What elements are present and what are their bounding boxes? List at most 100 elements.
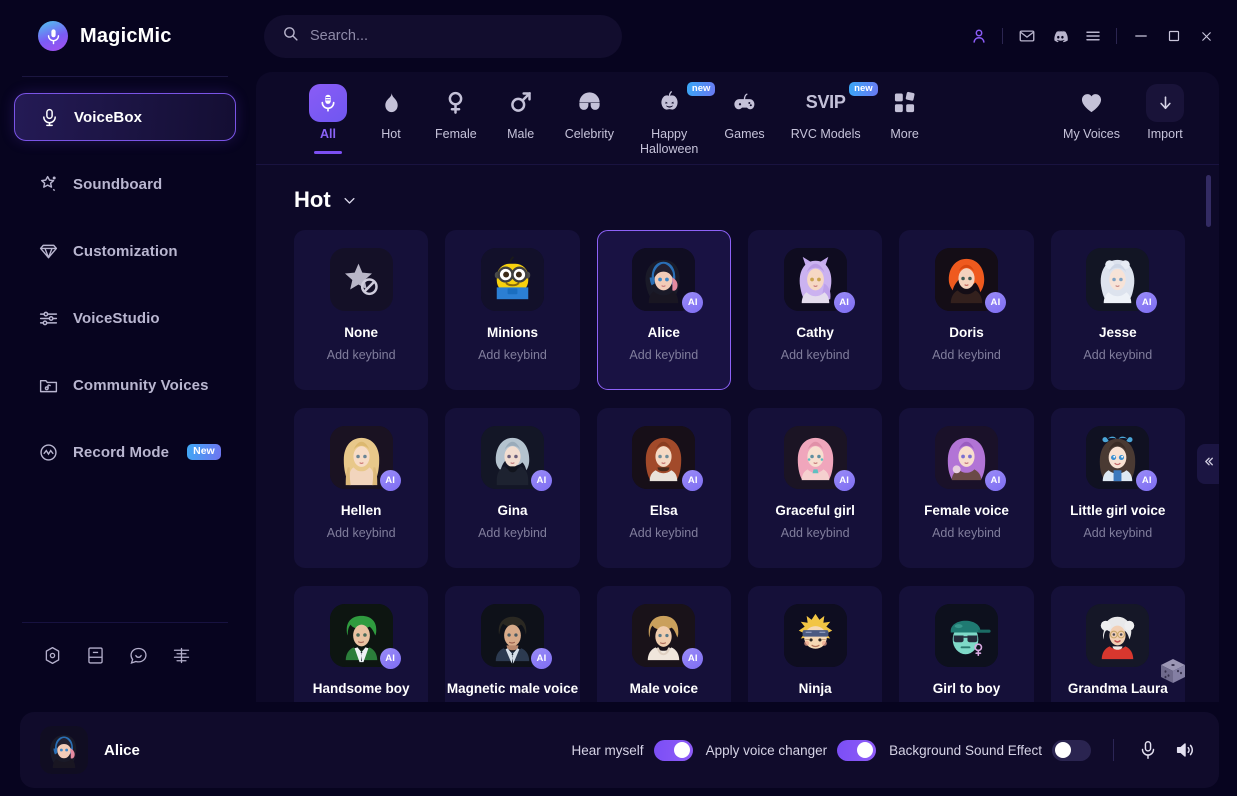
voice-card[interactable]: AI Male voice Add keybind (596, 586, 731, 702)
tab-happy-halloween[interactable]: new Happy Halloween (627, 82, 716, 158)
dice-icon[interactable] (1157, 656, 1189, 688)
hear-myself-toggle[interactable] (653, 739, 693, 761)
account-icon[interactable] (962, 20, 995, 53)
tab-hot[interactable]: Hot (360, 84, 422, 142)
tab-male[interactable]: Male (490, 84, 552, 142)
chevron-down-icon[interactable] (342, 193, 357, 208)
sidebar-item-voicestudio[interactable]: VoiceStudio (14, 294, 236, 342)
sidebar-item-voicebox[interactable]: VoiceBox (14, 93, 236, 141)
voice-name: Female voice (924, 503, 1009, 518)
voice-card[interactable]: AI Gina Add keybind (445, 408, 580, 568)
ai-badge: AI (1136, 292, 1158, 313)
content-scrollbar[interactable] (1206, 175, 1211, 702)
section-header[interactable]: Hot (294, 187, 1185, 213)
voice-card[interactable]: AI Doris Add keybind (899, 230, 1034, 390)
avatar: AI (783, 426, 855, 491)
voice-name: Alice (647, 325, 680, 340)
sunglasses-icon (571, 84, 607, 120)
minion-avatar (480, 248, 544, 311)
microphone-icon[interactable] (1136, 738, 1160, 762)
speaker-icon[interactable] (1173, 738, 1197, 762)
voice-content: Hot None Add keybind Minions Add keybind… (256, 165, 1219, 702)
voice-card[interactable]: AI Graceful girl Add keybind (747, 408, 883, 568)
voice-card[interactable]: Ninja Add keybind (747, 586, 883, 702)
voice-card[interactable]: AI Female voice Add keybind (899, 408, 1034, 568)
girl-to-boy-avatar (934, 604, 998, 667)
keybind-label[interactable]: Add keybind (781, 526, 850, 540)
keybind-label[interactable]: Add keybind (629, 348, 698, 362)
voice-card[interactable]: None Add keybind (294, 230, 429, 390)
keybind-label[interactable]: Add keybind (932, 526, 1001, 540)
maximize-button[interactable] (1157, 20, 1190, 53)
keybind-label[interactable]: Add keybind (932, 348, 1001, 362)
divider (1002, 28, 1003, 44)
avatar (934, 604, 998, 667)
voice-card[interactable]: AI Cathy Add keybind (747, 230, 883, 390)
tab-import[interactable]: Import (1133, 84, 1197, 142)
ai-badge: AI (984, 292, 1006, 313)
sidebar-item-soundboard[interactable]: Soundboard (14, 160, 236, 208)
tab-female[interactable]: Female (422, 84, 490, 142)
magicmic-app-window: MagicMic Search... VoiceBox Soundboard C… (0, 0, 1237, 796)
sliders-icon (38, 308, 59, 329)
ai-badge: AI (379, 648, 401, 669)
sidebar-item-label: Customization (73, 242, 178, 260)
guide-book-icon[interactable] (85, 645, 106, 666)
search-bar[interactable] (264, 14, 622, 58)
current-voice-name: Alice (104, 741, 140, 759)
settings-hex-icon[interactable] (42, 645, 63, 666)
menu-icon[interactable] (1076, 20, 1109, 53)
close-button[interactable] (1190, 20, 1223, 53)
keybind-label[interactable]: Add keybind (1083, 526, 1152, 540)
voice-name: Male voice (629, 681, 698, 696)
category-tabs: All Hot Female Male Celebrity new Happy … (256, 72, 1219, 165)
scrollbar-thumb[interactable] (1206, 175, 1211, 227)
keybind-label[interactable]: Add keybind (478, 526, 547, 540)
apply-voice-changer-toggle[interactable] (837, 739, 877, 761)
tab-celebrity[interactable]: Celebrity (552, 84, 627, 142)
new-badge: New (187, 444, 221, 460)
sidebar-item-community-voices[interactable]: Community Voices (14, 361, 236, 409)
keybind-label[interactable]: Add keybind (781, 348, 850, 362)
voice-name: Handsome boy (312, 681, 410, 696)
keybind-label[interactable]: Add keybind (327, 526, 396, 540)
ai-badge: AI (682, 470, 704, 491)
keybind-label[interactable]: Add keybind (1083, 348, 1152, 362)
tab-my-voices[interactable]: My Voices (1050, 84, 1133, 142)
tab-more[interactable]: More (874, 84, 936, 142)
voice-card[interactable]: Minions Add keybind (445, 230, 580, 390)
voice-name: Ninja (798, 681, 832, 696)
voice-card[interactable]: AI Jesse Add keybind (1050, 230, 1185, 390)
download-arrow-icon (1146, 84, 1184, 122)
voice-card[interactable]: AI Hellen Add keybind (294, 408, 429, 568)
voice-card-selected[interactable]: AI Alice Add keybind (596, 230, 731, 390)
voice-card[interactable]: AI Elsa Add keybind (596, 408, 731, 568)
keybind-label[interactable]: Add keybind (478, 348, 547, 362)
current-voice[interactable]: Alice (40, 726, 140, 774)
discord-icon[interactable] (1043, 20, 1076, 53)
tab-all[interactable]: All (296, 84, 360, 142)
feedback-chat-icon[interactable] (128, 645, 149, 666)
shortcuts-icon[interactable] (171, 645, 192, 666)
tab-games[interactable]: Games (711, 84, 777, 142)
ai-badge: AI (530, 470, 552, 491)
voice-card[interactable]: AI Magnetic male voice Add keybind (445, 586, 580, 702)
main-panel: All Hot Female Male Celebrity new Happy … (256, 72, 1219, 702)
tab-rvc-models[interactable]: new SVIP RVC Models (778, 82, 878, 142)
background-sound-effect-toggle[interactable] (1052, 739, 1091, 761)
voice-card[interactable]: Girl to boy Add keybind (899, 586, 1034, 702)
minimize-button[interactable] (1124, 20, 1157, 53)
search-input[interactable] (310, 28, 604, 44)
voice-card[interactable]: AI Handsome boy Add keybind (294, 586, 429, 702)
sidebar-item-label: Soundboard (73, 175, 163, 193)
collapse-panel-button[interactable] (1197, 444, 1219, 484)
keybind-label[interactable]: Add keybind (629, 526, 698, 540)
keybind-label[interactable]: Add keybind (327, 348, 396, 362)
sidebar-item-customization[interactable]: Customization (14, 227, 236, 275)
mail-icon[interactable] (1010, 20, 1043, 53)
ai-badge: AI (682, 292, 704, 313)
mic-tile-icon (309, 84, 347, 122)
ai-badge: AI (682, 648, 704, 669)
voice-card[interactable]: AI Little girl voice Add keybind (1050, 408, 1185, 568)
sidebar-item-record-mode[interactable]: Record Mode New (14, 428, 236, 476)
